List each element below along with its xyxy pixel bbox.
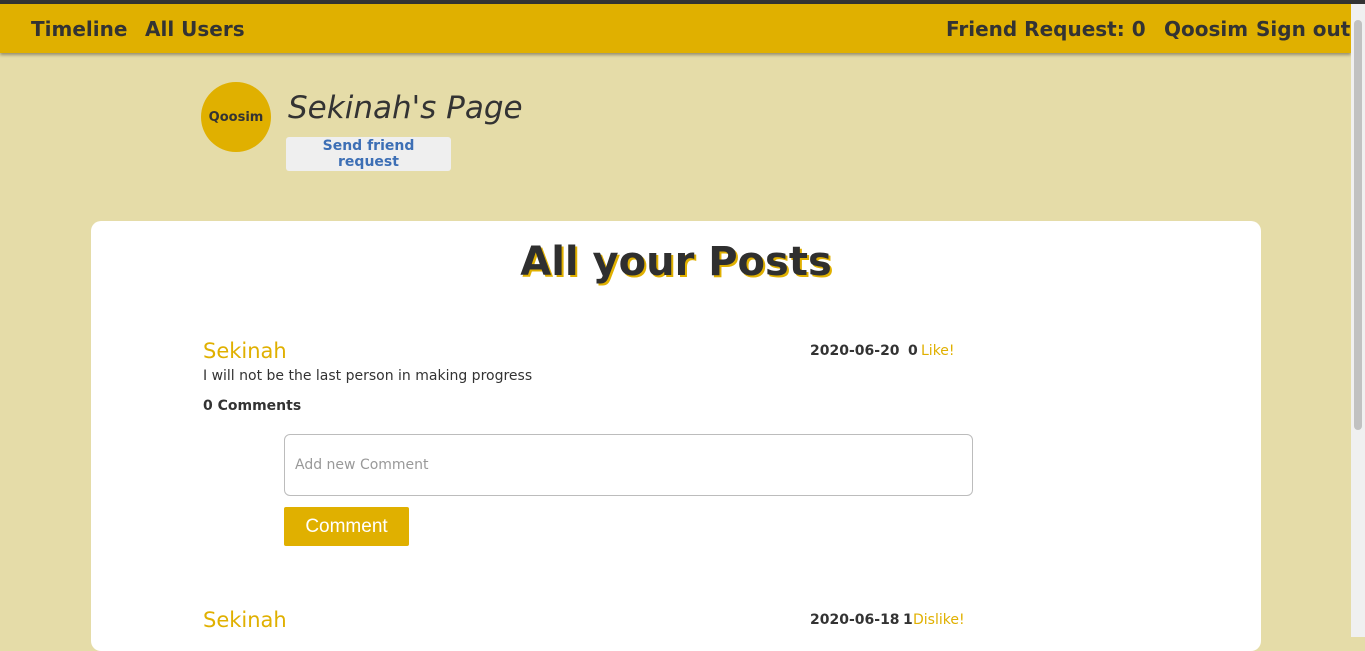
post-dislike-link[interactable]: Dislike! bbox=[913, 612, 965, 628]
nav-timeline-link[interactable]: Timeline bbox=[31, 17, 127, 41]
page-title: Sekinah's Page bbox=[288, 90, 523, 126]
vertical-scrollbar[interactable] bbox=[1351, 4, 1365, 637]
post-author[interactable]: Sekinah bbox=[203, 339, 287, 363]
nav-current-user-link[interactable]: Qoosim bbox=[1164, 17, 1248, 41]
post-author[interactable]: Sekinah bbox=[203, 608, 287, 632]
post-date: 2020-06-18 bbox=[810, 612, 900, 628]
top-navbar: Timeline All Users Friend Request: 0 Qoo… bbox=[0, 4, 1351, 53]
post-date: 2020-06-20 bbox=[810, 343, 900, 359]
comment-button[interactable]: Comment bbox=[284, 507, 409, 546]
post-like-count: 0 bbox=[908, 343, 918, 359]
send-friend-request-button[interactable]: Send friend request bbox=[286, 137, 451, 171]
nav-sign-out-link[interactable]: Sign out bbox=[1256, 17, 1350, 41]
post-like-count: 1 bbox=[903, 612, 913, 628]
avatar: Qoosim bbox=[201, 82, 271, 152]
avatar-label: Qoosim bbox=[208, 109, 264, 125]
post-body: I will not be the last person in making … bbox=[203, 368, 533, 384]
post-like-link[interactable]: Like! bbox=[921, 343, 955, 359]
nav-friend-request-link[interactable]: Friend Request: 0 bbox=[946, 17, 1146, 41]
posts-heading: All your Posts bbox=[520, 239, 832, 285]
posts-card: All your Posts Sekinah 2020-06-20 0 Like… bbox=[91, 221, 1261, 651]
scrollbar-thumb[interactable] bbox=[1354, 20, 1362, 430]
comment-input[interactable] bbox=[284, 434, 973, 496]
post-comments-count: 0 Comments bbox=[203, 398, 302, 414]
nav-all-users-link[interactable]: All Users bbox=[145, 17, 245, 41]
